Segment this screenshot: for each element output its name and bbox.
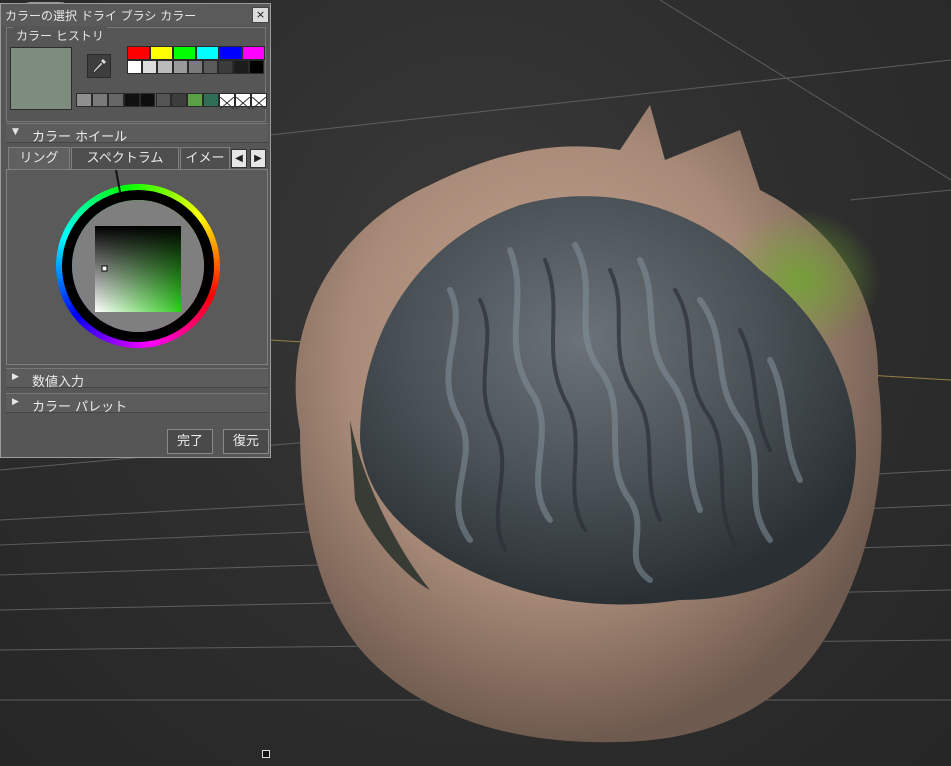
dialog-title: カラーの選択 ドライ ブラシ カラー bbox=[5, 9, 197, 23]
tab-next-button[interactable]: ▶ bbox=[250, 149, 266, 168]
expand-arrow-icon: ▶ bbox=[12, 372, 19, 382]
color-history-legend: カラー ヒストリ bbox=[13, 27, 107, 44]
empty-slot-icon bbox=[251, 96, 267, 110]
eyedropper-icon bbox=[92, 59, 106, 74]
color-palette-section-label: カラー パレット bbox=[32, 400, 128, 415]
recent-color-swatch[interactable] bbox=[155, 93, 172, 107]
palette-gray-swatch[interactable] bbox=[218, 60, 234, 74]
recent-color-swatch[interactable] bbox=[91, 93, 108, 107]
recent-color-swatch[interactable] bbox=[187, 93, 204, 107]
recent-color-swatch[interactable] bbox=[250, 93, 267, 110]
palette-color-swatch[interactable] bbox=[150, 46, 173, 60]
recent-color-swatch[interactable] bbox=[219, 93, 235, 110]
color-wheel-section-label: カラー ホイール bbox=[32, 130, 128, 145]
tab-spectrum[interactable]: スペクトラム bbox=[71, 147, 179, 169]
recent-color-swatch[interactable] bbox=[76, 93, 92, 107]
color-palette-section-header[interactable]: ▶ カラー パレット bbox=[6, 393, 268, 415]
current-color-swatch[interactable] bbox=[10, 47, 72, 110]
palette-color-swatch[interactable] bbox=[242, 46, 265, 60]
palette-gray-swatch[interactable] bbox=[233, 60, 249, 74]
dialog-titlebar[interactable]: カラーの選択 ドライ ブラシ カラー × bbox=[1, 4, 270, 26]
recent-color-swatch[interactable] bbox=[171, 93, 188, 107]
numeric-input-section-label: 数値入力 bbox=[32, 375, 85, 390]
palette-gray-swatch[interactable] bbox=[172, 60, 188, 74]
done-button[interactable]: 完了 bbox=[167, 429, 213, 454]
palette-gray-swatch[interactable] bbox=[187, 60, 203, 74]
recent-color-swatch[interactable] bbox=[123, 93, 140, 107]
palette-gray-swatch[interactable] bbox=[203, 60, 219, 74]
ring-tab-panel bbox=[6, 169, 268, 365]
eyedropper-button[interactable] bbox=[87, 54, 111, 78]
tab-prev-button[interactable]: ◀ bbox=[231, 149, 247, 168]
color-dialog: カラーの選択 ドライ ブラシ カラー × カラー ヒストリ ▼ カラー ホイール… bbox=[0, 3, 271, 458]
recent-color-swatch[interactable] bbox=[203, 93, 220, 107]
palette-gray-swatch[interactable] bbox=[142, 60, 158, 74]
expand-arrow-icon: ▶ bbox=[12, 397, 19, 407]
recent-color-swatch[interactable] bbox=[107, 93, 124, 107]
color-wheel[interactable] bbox=[7, 170, 267, 364]
recent-color-swatch[interactable] bbox=[235, 93, 251, 110]
collapse-arrow-icon: ▼ bbox=[12, 127, 19, 137]
sculpt-model bbox=[295, 105, 882, 743]
palette-color-swatch[interactable] bbox=[196, 46, 219, 60]
close-button[interactable]: × bbox=[252, 7, 269, 23]
palette-gray-swatch[interactable] bbox=[157, 60, 173, 74]
recent-color-swatch[interactable] bbox=[139, 93, 156, 107]
palette-gray-swatch[interactable] bbox=[248, 60, 264, 74]
tab-image[interactable]: イメー bbox=[180, 147, 230, 169]
numeric-input-section-header[interactable]: ▶ 数値入力 bbox=[6, 368, 268, 390]
palette-color-swatch[interactable] bbox=[173, 46, 196, 60]
revert-button[interactable]: 復元 bbox=[223, 429, 269, 454]
sv-indicator[interactable] bbox=[101, 265, 108, 272]
empty-slot-icon bbox=[235, 96, 251, 110]
tab-ring[interactable]: リング bbox=[8, 147, 70, 169]
cursor-marker bbox=[262, 750, 270, 758]
palette-color-swatch[interactable] bbox=[127, 46, 150, 60]
empty-slot-icon bbox=[219, 96, 235, 110]
color-wheel-section-header[interactable]: ▼ カラー ホイール bbox=[6, 123, 268, 145]
palette-gray-swatch[interactable] bbox=[127, 60, 143, 74]
palette-color-swatch[interactable] bbox=[219, 46, 242, 60]
